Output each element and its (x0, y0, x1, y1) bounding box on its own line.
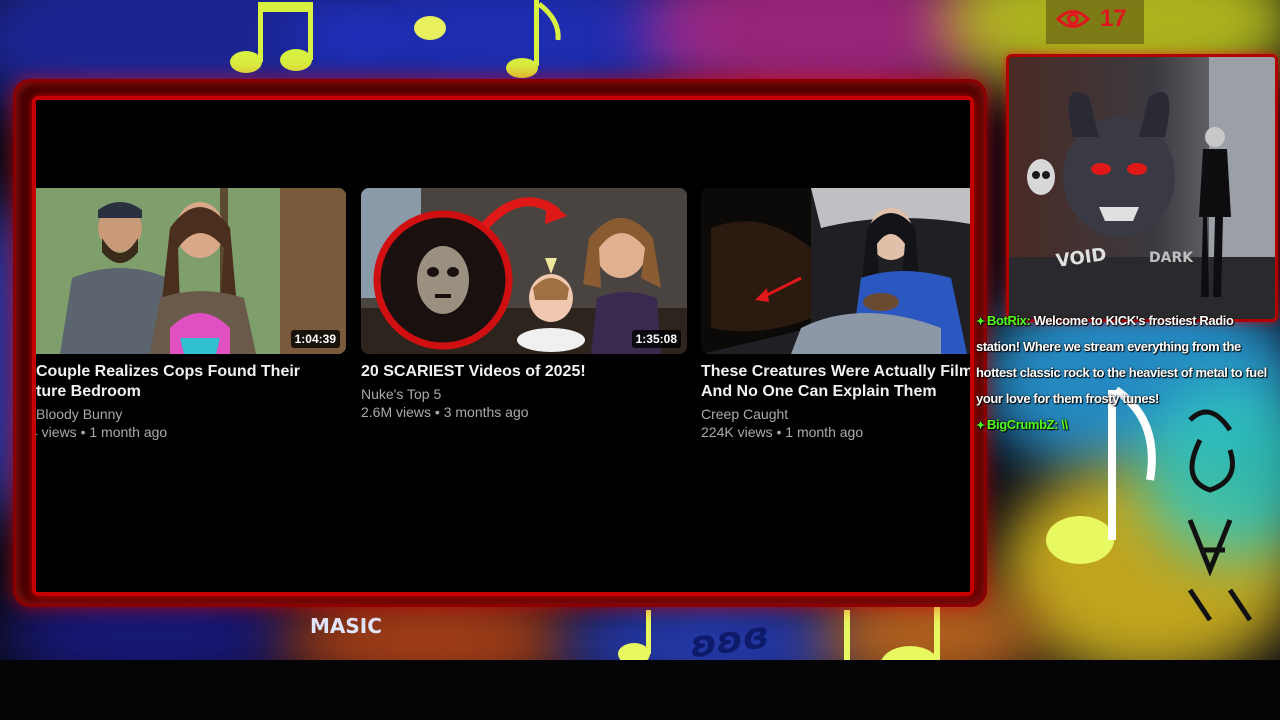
video-thumbnail[interactable]: 2: (701, 188, 970, 354)
verified-badge-icon: ✦ (976, 420, 985, 432)
verified-badge-icon: ✦ (976, 316, 985, 328)
graffiti-text: MASIC (310, 614, 382, 638)
thumbnail-image (701, 188, 970, 354)
channel-name[interactable]: Bloody Bunny (36, 406, 346, 422)
video-title-line[interactable]: And No One Can Explain Them (701, 382, 970, 402)
video-duration: 1:04:39 (290, 330, 340, 348)
video-meta: 4 views • 1 month ago (32, 424, 168, 440)
stream-art-image: VOID DARK (1009, 57, 1275, 319)
video-thumbnail[interactable]: 1:35:08 (361, 188, 687, 354)
chat-message: ✦ BigCrumbZ: \\ (976, 412, 1276, 438)
music-note-icon (506, 0, 561, 78)
video-duration: 1:35:08 (631, 330, 681, 348)
video-row: 1:04:39 Couple Realizes Cops Found Their… (36, 188, 970, 448)
music-note-icon (414, 16, 446, 40)
chat-username[interactable]: BotRix: (987, 313, 1031, 328)
channel-name[interactable]: Creep Caught (701, 406, 970, 422)
chat-overlay: ✦ BotRix: Welcome to KICK's frostiest Rad… (976, 308, 1276, 438)
video-grid-panel: 1:04:39 Couple Realizes Cops Found Their… (32, 96, 974, 596)
eye-icon (1056, 10, 1090, 28)
video-meta: 224K views • 1 month ago (701, 424, 864, 440)
stream-art-panel: VOID DARK (1006, 54, 1278, 322)
video-card[interactable]: 1:04:39 Couple Realizes Cops Found Their… (32, 188, 346, 440)
mural-text: DARK (1149, 250, 1194, 266)
chat-text: \\ (1058, 417, 1068, 432)
video-title[interactable]: 20 SCARIEST Videos of 2025! (361, 362, 687, 382)
video-title[interactable]: These Creatures Were Actually Film And N… (701, 362, 970, 402)
video-card[interactable]: 2: These Creatures Were Actually Film An… (701, 188, 970, 440)
video-title[interactable]: Couple Realizes Cops Found Their ture Be… (36, 362, 346, 402)
browser-source-frame: 1:04:39 Couple Realizes Cops Found Their… (16, 82, 984, 604)
video-title-line[interactable]: 20 SCARIEST Videos of 2025! (361, 362, 687, 382)
bottom-bar (0, 660, 1280, 720)
music-note-icon (230, 2, 313, 73)
viewer-count: 17 (1100, 5, 1127, 32)
video-title-line[interactable]: Couple Realizes Cops Found Their (36, 362, 346, 382)
chat-message: ✦ BotRix: Welcome to KICK's frostiest Rad… (976, 308, 1276, 412)
video-meta: 2.6M views • 3 months ago (361, 404, 529, 420)
video-card[interactable]: 1:35:08 20 SCARIEST Videos of 2025! Nuke… (361, 188, 687, 420)
video-thumbnail[interactable]: 1:04:39 (36, 188, 346, 354)
video-title-line[interactable]: These Creatures Were Actually Film (701, 362, 970, 382)
video-title-line[interactable]: ture Bedroom (36, 382, 346, 402)
channel-name[interactable]: Nuke's Top 5 (361, 386, 687, 402)
chat-username[interactable]: BigCrumbZ: (987, 417, 1059, 432)
